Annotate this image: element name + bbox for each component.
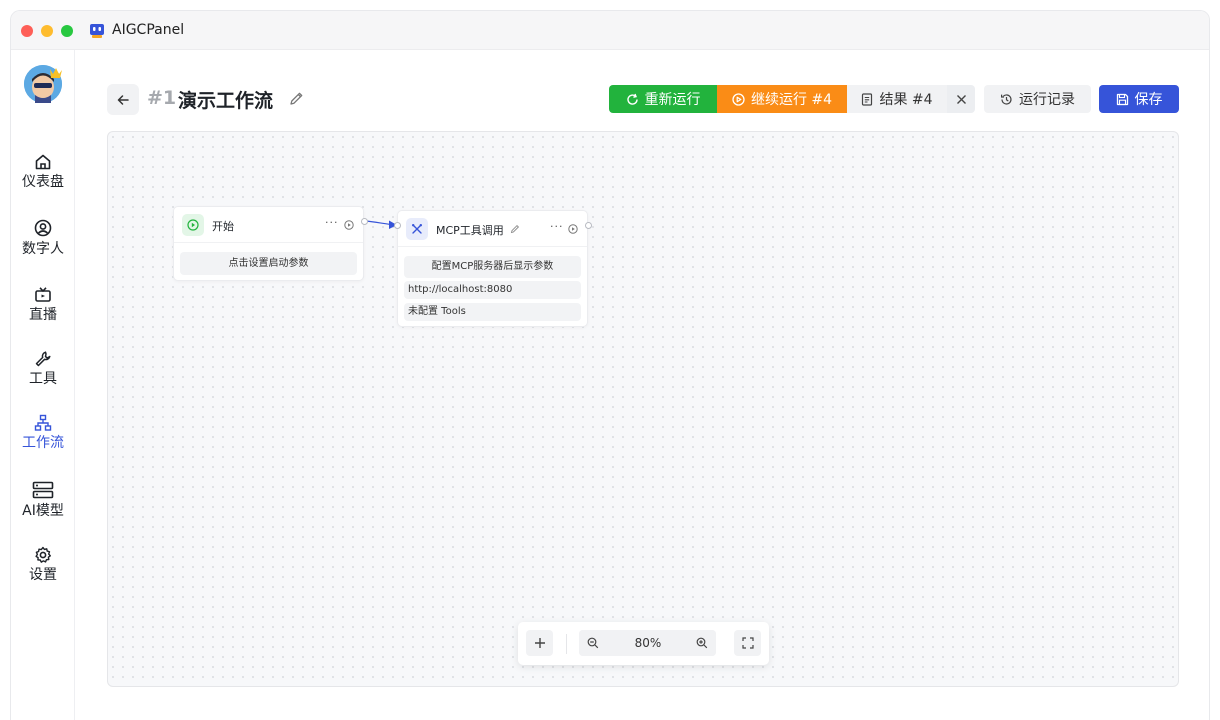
- node-header: 开始 ···: [174, 207, 363, 243]
- node-header: MCP工具调用 ···: [398, 211, 587, 247]
- tv-icon: [35, 287, 51, 302]
- sidebar-item-dashboard[interactable]: 仪表盘: [11, 153, 75, 191]
- continue-run-label: 继续运行 #4: [750, 92, 833, 108]
- more-options-icon[interactable]: ···: [325, 216, 339, 229]
- workflow-number: #1: [147, 87, 177, 109]
- mcp-server-url: http://localhost:8080: [404, 281, 581, 299]
- minimize-window-button[interactable]: [41, 25, 53, 37]
- run-history-button[interactable]: 运行记录: [984, 85, 1091, 113]
- sidebar-item-label: 工作流: [22, 435, 64, 451]
- app-title: AIGCPanel: [112, 22, 185, 38]
- avatar-image: [24, 65, 62, 103]
- zoom-in-icon: [696, 637, 708, 649]
- mcp-param-button[interactable]: 配置MCP服务器后显示参数: [404, 256, 581, 278]
- output-port[interactable]: [585, 222, 592, 229]
- zoom-out-button[interactable]: [579, 630, 607, 656]
- add-node-button[interactable]: [526, 630, 553, 656]
- sidebar-item-label: AI模型: [22, 503, 64, 519]
- user-circle-icon: [34, 219, 52, 237]
- arrow-left-icon: [117, 94, 129, 105]
- maximize-window-button[interactable]: [61, 25, 73, 37]
- result-button[interactable]: 结果 #4: [847, 85, 947, 113]
- pencil-icon[interactable]: [510, 224, 520, 234]
- node-title: 开始: [212, 220, 234, 233]
- sidebar-item-settings[interactable]: 设置: [11, 546, 75, 584]
- save-icon: [1116, 93, 1128, 105]
- sidebar-item-label: 数字人: [22, 241, 64, 257]
- app-logo-icon: [90, 24, 104, 38]
- save-label: 保存: [1134, 92, 1163, 108]
- wrench-icon: [35, 351, 51, 367]
- sidebar-item-label: 直播: [29, 307, 57, 323]
- node-mcp-tool[interactable]: MCP工具调用 ··· 配置MCP服务器后显示参数 http://localho…: [394, 210, 592, 327]
- rerun-button[interactable]: 重新运行: [609, 85, 717, 113]
- plus-icon: [534, 638, 545, 648]
- workflow-icon: [34, 414, 52, 431]
- pencil-icon[interactable]: [289, 91, 304, 106]
- node-start[interactable]: 开始 ··· 点击设置启动参数: [173, 206, 368, 281]
- run-node-icon[interactable]: [568, 224, 578, 234]
- zoom-out-icon: [587, 637, 599, 649]
- sidebar: 仪表盘 数字人 直播 工具 工作流 AI模型 设置: [11, 50, 75, 720]
- play-circle-icon: [732, 92, 745, 106]
- toolbar-divider: [566, 634, 567, 654]
- history-icon: [1001, 93, 1012, 105]
- document-icon: [862, 92, 873, 106]
- close-window-button[interactable]: [21, 25, 33, 37]
- rerun-label: 重新运行: [644, 92, 701, 108]
- canvas-toolbar: 80%: [518, 622, 769, 665]
- more-options-icon[interactable]: ···: [550, 220, 564, 233]
- avatar[interactable]: [24, 65, 62, 103]
- back-button[interactable]: [107, 84, 139, 115]
- fit-view-button[interactable]: [734, 630, 761, 656]
- close-result-button[interactable]: [947, 85, 975, 113]
- play-circle-icon: [182, 214, 204, 236]
- sidebar-item-tools[interactable]: 工具: [11, 350, 75, 388]
- sidebar-item-workflow[interactable]: 工作流: [11, 414, 75, 452]
- start-param-button[interactable]: 点击设置启动参数: [180, 252, 357, 275]
- sidebar-item-live[interactable]: 直播: [11, 286, 75, 324]
- gear-icon: [35, 546, 51, 563]
- zoom-level: 80%: [634, 636, 662, 650]
- app-window: AIGCPanel 仪表盘 数字人 直播 工具 工作流 AI模型 设置 #1 演…: [10, 10, 1210, 720]
- run-node-icon[interactable]: [344, 220, 354, 230]
- result-label: 结果 #4: [879, 92, 933, 108]
- sidebar-item-label: 设置: [29, 567, 57, 583]
- sidebar-item-label: 工具: [29, 371, 57, 387]
- refresh-icon: [626, 93, 638, 105]
- continue-run-button[interactable]: 继续运行 #4: [717, 85, 847, 113]
- input-port[interactable]: [394, 222, 401, 229]
- page-title: 演示工作流: [178, 90, 274, 112]
- fullscreen-icon: [741, 637, 754, 649]
- server-icon: [32, 481, 54, 499]
- run-history-label: 运行记录: [1019, 92, 1075, 108]
- title-bar: AIGCPanel: [11, 11, 1209, 50]
- save-button[interactable]: 保存: [1099, 85, 1179, 113]
- mcp-tools-status: 未配置 Tools: [404, 303, 581, 321]
- sidebar-item-ai-model[interactable]: AI模型: [11, 480, 75, 520]
- tools-icon: [406, 218, 428, 240]
- sidebar-item-digital-human[interactable]: 数字人: [11, 218, 75, 258]
- output-port[interactable]: [361, 218, 368, 225]
- sidebar-item-label: 仪表盘: [22, 174, 64, 190]
- node-title: MCP工具调用: [436, 224, 504, 237]
- zoom-in-button[interactable]: [688, 630, 716, 656]
- close-icon: [956, 94, 966, 104]
- workflow-canvas[interactable]: 开始 ··· 点击设置启动参数 MCP工具调用 ··· 配置MCP服务器后显示参…: [107, 131, 1179, 687]
- home-icon: [35, 154, 51, 170]
